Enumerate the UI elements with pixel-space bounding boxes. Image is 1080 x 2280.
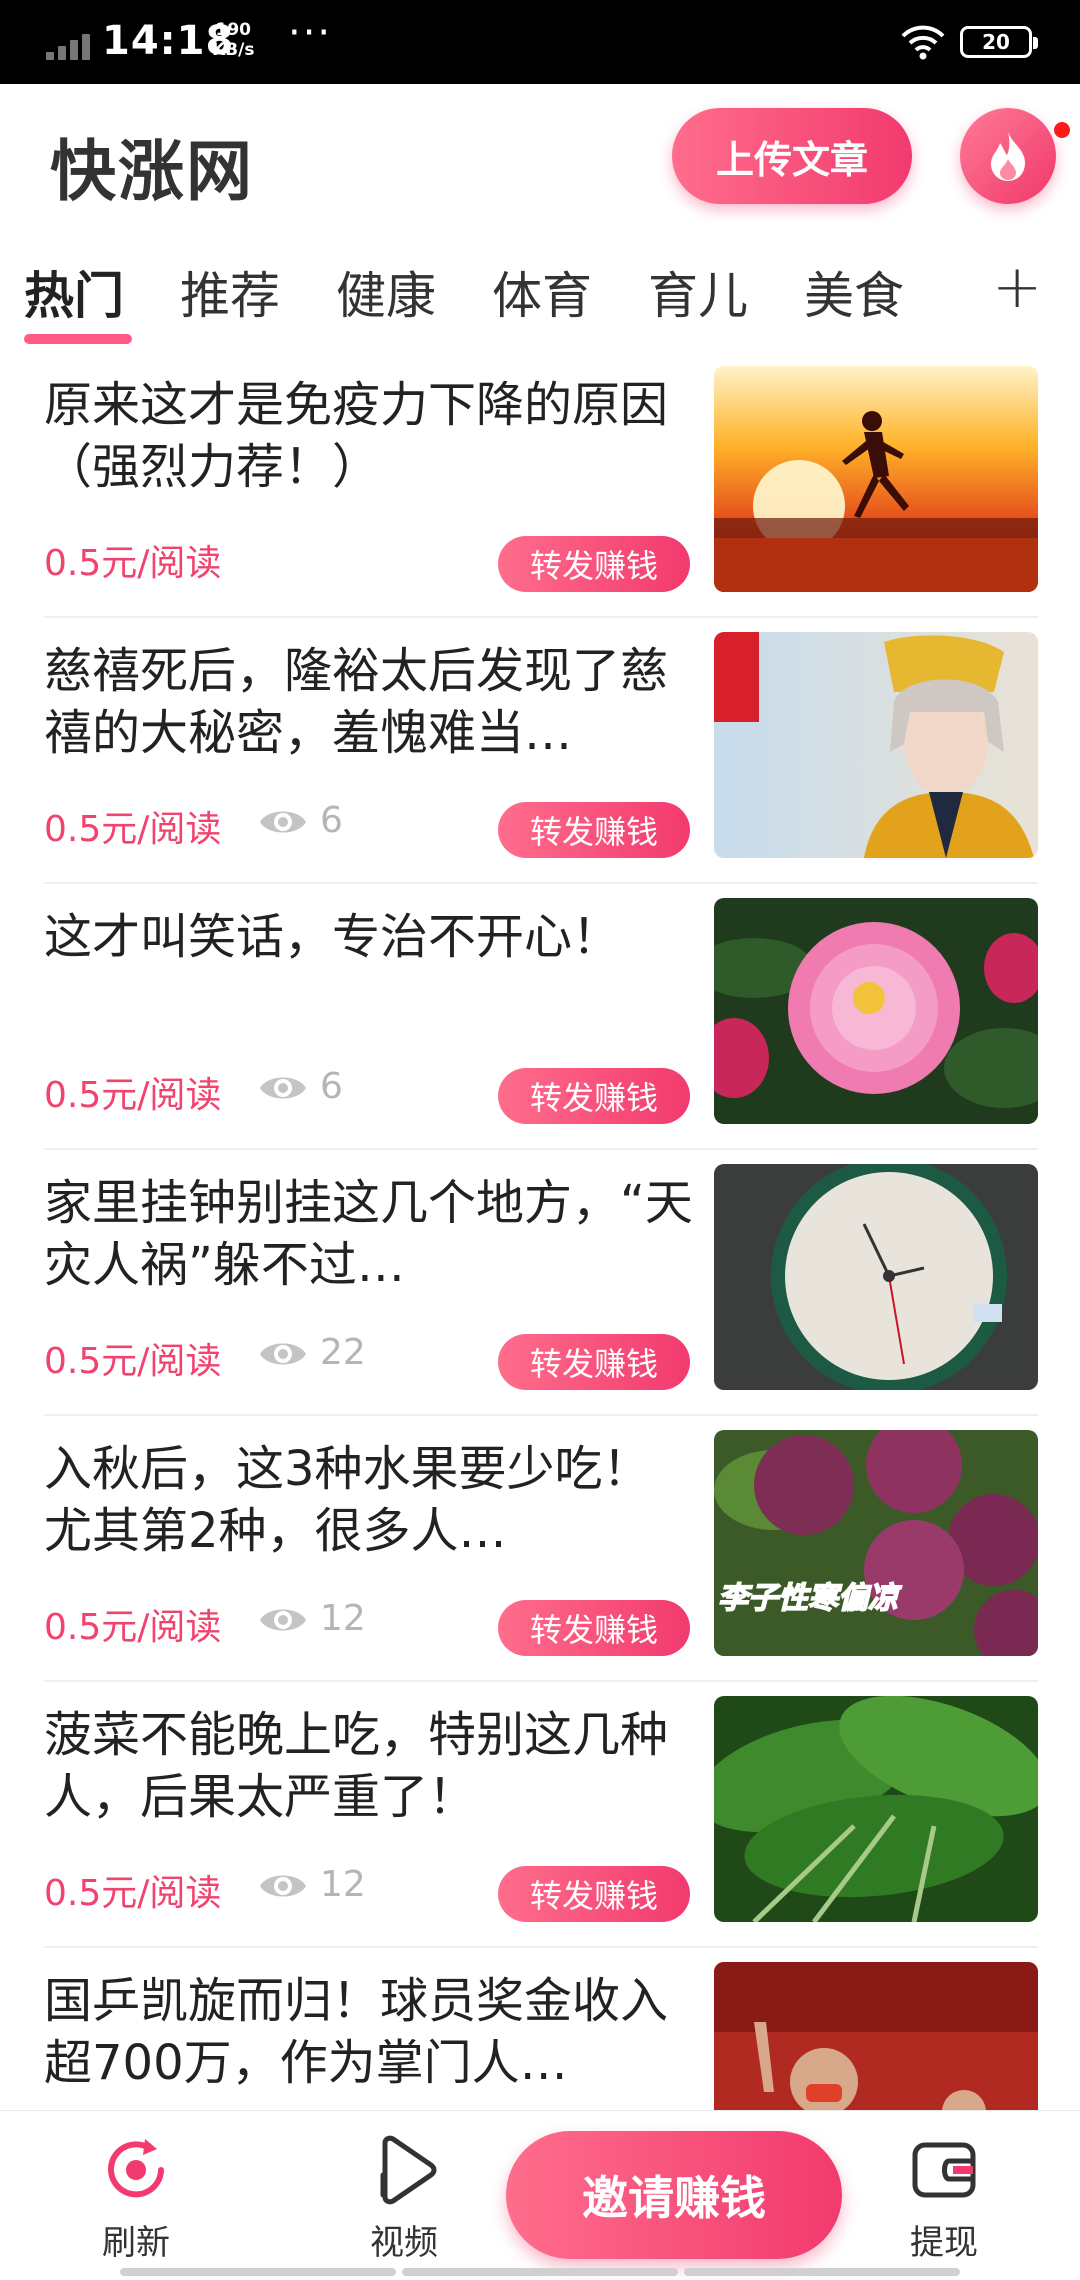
tab-health[interactable]: 健康 [336, 256, 436, 328]
view-count: 6 [320, 1066, 343, 1107]
fire-icon [991, 131, 1025, 181]
tab-parenting[interactable]: 育儿 [648, 256, 748, 328]
article-item[interactable]: 原来这才是免疫力下降的原因（强烈力荐！） 0.5元/阅读 转发赚钱 [0, 366, 1080, 632]
thumbnail-caption: 李子性寒偏凉 [718, 1581, 902, 1616]
wifi-icon [901, 25, 945, 60]
refresh-icon [108, 2139, 164, 2198]
article-title[interactable]: 这才叫笑话，专治不开心！ [44, 906, 694, 968]
add-tab-button[interactable]: + [992, 252, 1042, 322]
video-play-icon [380, 2135, 437, 2205]
invite-earn-button[interactable]: 邀请赚钱 [506, 2131, 842, 2259]
eye-icon [260, 1077, 306, 1099]
battery-icon: 20 [960, 26, 1038, 58]
nav-withdraw-label: 提现 [910, 2223, 978, 2263]
article-title[interactable]: 入秋后，这3种水果要少吃！尤其第2种，很多人… [44, 1438, 694, 1562]
article-thumbnail[interactable] [714, 1164, 1038, 1390]
more-notifications-icon: ··· [288, 10, 333, 56]
article-price: 0.5元/阅读 [44, 1873, 222, 1914]
share-earn-button[interactable]: 转发赚钱 [498, 1600, 690, 1656]
divider [44, 1680, 1038, 1682]
status-bar: 14:18 190 KB/s ··· 20 [0, 0, 1080, 84]
article-title[interactable]: 家里挂钟别挂这几个地方，“天灾人祸”躲不过… [44, 1172, 694, 1296]
article-price: 0.5元/阅读 [44, 543, 222, 584]
article-price: 0.5元/阅读 [44, 1075, 222, 1116]
view-count: 12 [320, 1864, 366, 1905]
share-earn-button[interactable]: 转发赚钱 [498, 1334, 690, 1390]
divider [44, 882, 1038, 884]
bottom-nav: 刷新 视频 邀请赚钱 提现 [0, 2110, 1080, 2280]
view-count: 6 [320, 800, 343, 841]
article-title[interactable]: 菠菜不能晚上吃，特别这几种人，后果太严重了！ [44, 1704, 694, 1828]
share-earn-button[interactable]: 转发赚钱 [498, 1866, 690, 1922]
view-count: 12 [320, 1598, 366, 1639]
share-earn-button[interactable]: 转发赚钱 [498, 536, 690, 592]
eye-icon [260, 1609, 306, 1631]
article-item[interactable]: 慈禧死后，隆裕太后发现了慈禧的大秘密，羞愧难当… 0.5元/阅读 6 转发赚钱 [0, 632, 1080, 898]
network-speed: 190 KB/s [212, 20, 255, 60]
app-title: 快涨网 [50, 133, 254, 210]
view-count: 22 [320, 1332, 366, 1373]
article-thumbnail[interactable] [714, 898, 1038, 1124]
signal-icon [46, 30, 92, 60]
article-thumbnail[interactable] [714, 1962, 1038, 2110]
article-item[interactable]: 入秋后，这3种水果要少吃！尤其第2种，很多人… 0.5元/阅读 12 转发赚钱 … [0, 1430, 1080, 1696]
article-price: 0.5元/阅读 [44, 809, 222, 850]
article-item[interactable]: 菠菜不能晚上吃，特别这几种人，后果太严重了！ 0.5元/阅读 12 转发赚钱 [0, 1696, 1080, 1962]
article-price: 0.5元/阅读 [44, 1341, 222, 1382]
article-thumbnail[interactable] [714, 1696, 1038, 1922]
active-tab-indicator [24, 334, 132, 344]
article-feed[interactable]: 原来这才是免疫力下降的原因（强烈力荐！） 0.5元/阅读 转发赚钱 慈禧死后，隆… [0, 360, 1080, 2110]
share-earn-button[interactable]: 转发赚钱 [498, 1068, 690, 1124]
share-earn-button[interactable]: 转发赚钱 [498, 802, 690, 858]
divider [44, 1148, 1038, 1150]
article-title[interactable]: 原来这才是免疫力下降的原因（强烈力荐！） [44, 374, 694, 498]
article-thumbnail[interactable]: 李子性寒偏凉 [714, 1430, 1038, 1656]
tab-sports[interactable]: 体育 [492, 256, 592, 328]
tab-food[interactable]: 美食 [804, 256, 904, 328]
article-item[interactable]: 国乒凯旋而归！球员奖金收入超700万，作为掌门人… [0, 1962, 1080, 2110]
notification-dot [1052, 120, 1072, 140]
article-item[interactable]: 家里挂钟别挂这几个地方，“天灾人祸”躲不过… 0.5元/阅读 22 转发赚钱 [0, 1164, 1080, 1430]
nav-refresh[interactable]: 刷新 [76, 2135, 196, 2264]
nav-video[interactable]: 视频 [344, 2135, 464, 2264]
nav-video-label: 视频 [370, 2223, 438, 2263]
system-nav-indicator [120, 2268, 960, 2276]
category-tabs: 热门 推荐 健康 体育 育儿 美食 + [0, 246, 1080, 346]
divider [44, 1946, 1038, 1948]
article-item[interactable]: 这才叫笑话，专治不开心！ 0.5元/阅读 6 转发赚钱 [0, 898, 1080, 1164]
wallet-icon [912, 2142, 976, 2198]
upload-article-button[interactable]: 上传文章 [672, 108, 912, 204]
article-title[interactable]: 慈禧死后，隆裕太后发现了慈禧的大秘密，羞愧难当… [44, 640, 694, 764]
article-title[interactable]: 国乒凯旋而归！球员奖金收入超700万，作为掌门人… [44, 1970, 694, 2094]
nav-withdraw[interactable]: 提现 [884, 2135, 1004, 2264]
divider [44, 616, 1038, 618]
article-price: 0.5元/阅读 [44, 1607, 222, 1648]
article-thumbnail[interactable] [714, 366, 1038, 592]
nav-refresh-label: 刷新 [102, 2223, 170, 2263]
tab-recommend[interactable]: 推荐 [180, 256, 280, 328]
fire-button[interactable] [960, 108, 1056, 204]
eye-icon [260, 1343, 306, 1365]
tab-hot[interactable]: 热门 [24, 256, 124, 328]
eye-icon [260, 811, 306, 833]
article-thumbnail[interactable] [714, 632, 1038, 858]
divider [44, 1414, 1038, 1416]
eye-icon [260, 1875, 306, 1897]
